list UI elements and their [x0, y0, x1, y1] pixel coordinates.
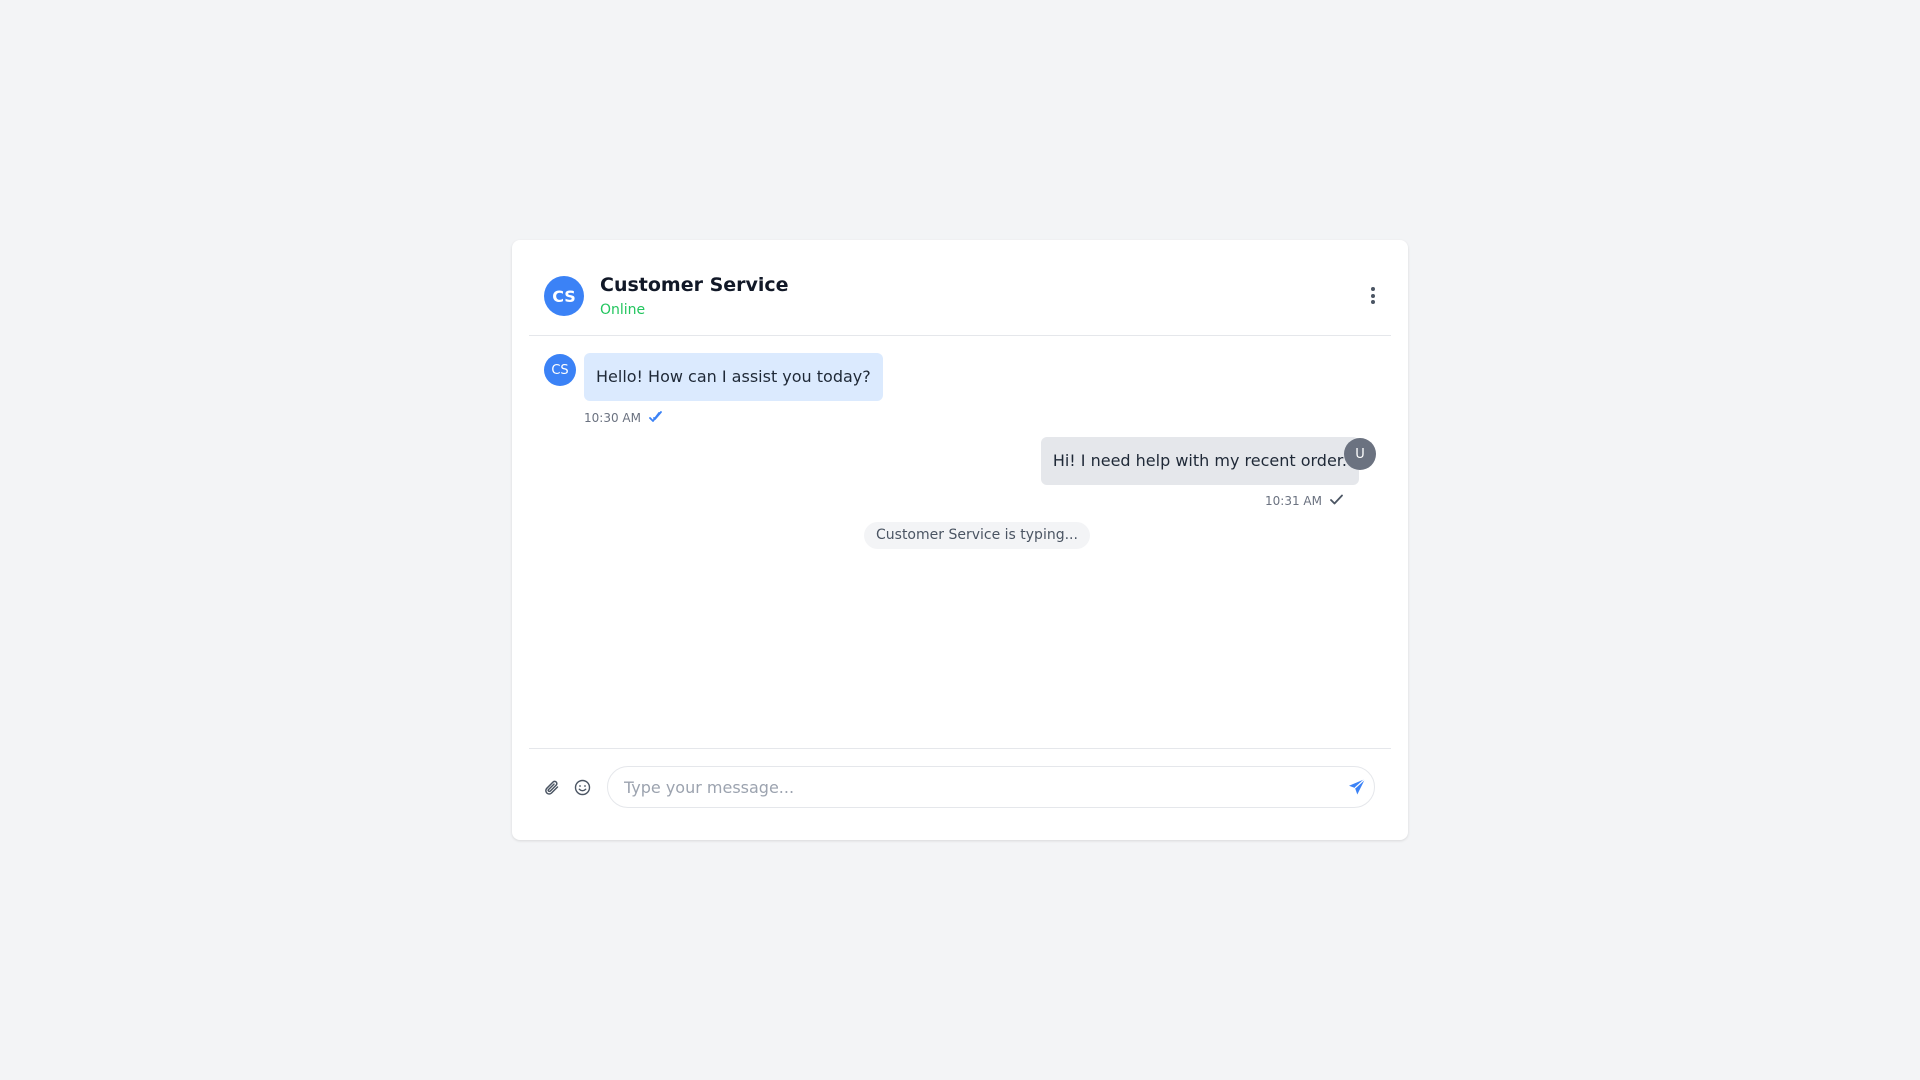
- message-bubble-user: Hi! I need help with my recent order.: [1040, 437, 1359, 485]
- contact-status: Online: [600, 302, 646, 318]
- message-input-wrapper: [607, 766, 1375, 808]
- check-icon: [1330, 494, 1343, 508]
- typing-indicator: Customer Service is typing...: [864, 522, 1090, 549]
- send-icon[interactable]: [1348, 778, 1366, 796]
- chat-window: CS Customer Service Online CS Hello! How…: [512, 240, 1408, 840]
- message-list[interactable]: CS Hello! How can I assist you today? 10…: [529, 337, 1391, 737]
- user-avatar: U: [1344, 438, 1376, 470]
- contact-name: Customer Service: [600, 274, 789, 296]
- message-time: 10:31 AM: [1265, 494, 1322, 508]
- message-composer: [529, 748, 1391, 840]
- paperclip-icon[interactable]: [543, 778, 561, 796]
- message-bubble-agent: Hello! How can I assist you today?: [584, 353, 883, 401]
- agent-avatar: CS: [544, 354, 576, 386]
- chat-header: CS Customer Service Online: [529, 240, 1391, 336]
- menu-dot: [1371, 293, 1375, 298]
- contact-info: Customer Service Online: [600, 274, 789, 319]
- smile-icon[interactable]: [573, 778, 591, 796]
- more-vertical-icon[interactable]: [1367, 287, 1379, 304]
- message-meta: 10:31 AM: [1265, 493, 1343, 509]
- double-check-icon: [649, 410, 663, 426]
- menu-dot: [1371, 287, 1375, 291]
- message-meta: 10:30 AM: [584, 410, 663, 426]
- menu-dot: [1371, 300, 1375, 304]
- message-time: 10:30 AM: [584, 411, 641, 425]
- message-input[interactable]: [624, 767, 1334, 807]
- contact-avatar: CS: [544, 276, 584, 316]
